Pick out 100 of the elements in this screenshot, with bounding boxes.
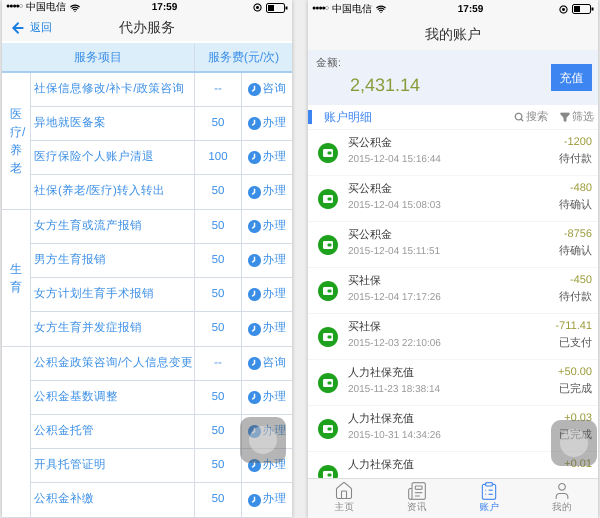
clock-icon: [248, 494, 260, 506]
group-label: 生育: [10, 261, 22, 296]
wallet-icon: [318, 418, 338, 438]
page-title: 代办服务: [119, 18, 175, 38]
search-button[interactable]: 搜索: [514, 108, 548, 126]
back-button[interactable]: 返回: [2, 20, 52, 36]
wallet-icon: [318, 280, 338, 300]
service-fee: 50: [195, 175, 242, 209]
action-button[interactable]: 办理: [248, 114, 286, 132]
transaction-status: 待确认: [559, 198, 592, 212]
transaction-amount: +0.03: [564, 411, 592, 426]
transaction-title: 买社保: [348, 320, 382, 335]
action-button[interactable]: 办理: [248, 388, 286, 406]
wallet-icon: [318, 372, 338, 392]
transaction-title: 买公积金: [348, 136, 393, 151]
clock-icon: [248, 357, 260, 370]
action-button[interactable]: 办理: [248, 252, 286, 270]
service-item: 女方生育并发症报销: [31, 312, 195, 346]
transaction-status: 待付款: [559, 290, 592, 304]
clock-icon: [248, 186, 260, 198]
column-header: 服务费(元/次): [206, 48, 280, 66]
action-button[interactable]: 办理: [248, 491, 286, 509]
recharge-button[interactable]: 充值: [551, 64, 592, 91]
service-fee: 50: [195, 210, 242, 243]
clock-icon: [248, 425, 260, 438]
newspaper-icon: [406, 481, 427, 502]
action-button[interactable]: 咨询: [248, 80, 286, 98]
tab-item[interactable]: 资讯: [380, 479, 453, 518]
clock-icon: [248, 254, 260, 267]
service-item: 开具托管证明: [31, 449, 195, 482]
transaction-title: 买公积金: [348, 228, 393, 243]
transaction-time: 2015-12-04 15:11:51: [348, 244, 442, 258]
transaction-status: 已完成: [559, 382, 592, 396]
service-item: 女方生育或流产报销: [31, 210, 195, 243]
status-time: 17:59: [456, 2, 484, 16]
service-fee: 50: [195, 415, 242, 448]
wifi-icon: [376, 4, 386, 14]
transaction-status: 待付款: [559, 152, 592, 166]
action-button[interactable]: 办理: [248, 148, 286, 166]
transaction-title: 买公积金: [348, 182, 393, 197]
transaction-title: 人力社保充值: [348, 366, 415, 381]
tab-item[interactable]: 主页: [308, 479, 380, 518]
wallet-icon: [318, 188, 338, 208]
wifi-icon: [70, 2, 80, 12]
clock-icon: [248, 117, 260, 130]
transaction-amount: -711.41: [556, 319, 592, 334]
action-button[interactable]: 办理: [248, 218, 286, 236]
transaction-title: 买社保: [348, 274, 382, 289]
clock-icon: [248, 83, 260, 96]
transaction-row[interactable]: 人力社保充值 2015-10-31 14:34:26 +0.03 已完成: [308, 406, 598, 451]
service-fee: 50: [195, 312, 242, 346]
transaction-time: 2015-10-31 14:34:26: [348, 428, 442, 442]
action-button[interactable]: 办理: [248, 286, 286, 304]
clock-icon: [248, 322, 260, 336]
transaction-row[interactable]: 买公积金 2015-12-04 15:11:51 -8756 待确认: [308, 222, 598, 267]
service-item: 医疗保险个人账户清退: [31, 141, 195, 174]
transaction-row[interactable]: 买公积金 2015-12-04 15:08:03 -480 待确认: [308, 176, 598, 221]
transaction-time: 2015-12-04 15:16:44: [348, 152, 442, 166]
section-marker: [308, 110, 312, 124]
service-fee: 50: [195, 244, 242, 277]
assistive-touch-button[interactable]: [551, 420, 597, 466]
carrier-name: 中国电信: [332, 2, 372, 16]
action-button[interactable]: 办理: [248, 320, 286, 338]
column-header: 服务项目: [2, 42, 195, 71]
transaction-status: 待确认: [559, 244, 592, 258]
transaction-row[interactable]: 买公积金 2015-12-04 15:16:44 -1200 待付款: [308, 130, 598, 175]
transaction-title: 人力社保充值: [348, 458, 415, 473]
transaction-status: 已完成: [559, 428, 592, 442]
service-fee: 50: [195, 278, 242, 311]
service-item: 公积金基数调整: [31, 381, 195, 414]
transaction-time: 2015-12-04 17:17:26: [348, 290, 442, 304]
service-item: 异地就医备案: [31, 107, 195, 140]
service-fee: 50: [195, 449, 242, 482]
wallet-icon: [318, 326, 338, 346]
service-item: 社保(养老/医疗)转入转出: [31, 175, 195, 209]
battery-icon: [266, 2, 288, 12]
action-button[interactable]: 办理: [248, 183, 286, 201]
service-item: 公积金政策咨询/个人信息变更: [31, 347, 195, 380]
action-button[interactable]: 咨询: [248, 354, 286, 372]
balance-amount: 2,431.14: [349, 74, 422, 97]
transaction-amount: +50.00: [558, 365, 592, 380]
service-fee: 50: [195, 107, 242, 140]
service-fee: --: [195, 347, 242, 380]
tab-item[interactable]: 账户: [453, 479, 526, 518]
transaction-row[interactable]: 买社保 2015-12-03 22:10:06 -711.41 已支付: [308, 314, 598, 359]
filter-button[interactable]: 筛选: [560, 108, 594, 126]
wallet-icon: [318, 142, 338, 162]
action-button[interactable]: 办理: [248, 422, 286, 440]
home-icon: [334, 481, 354, 502]
wallet-icon: [318, 234, 338, 254]
service-fee: 50: [195, 381, 242, 414]
search-icon: [514, 112, 524, 122]
service-item: 公积金补缴: [31, 483, 195, 517]
transaction-amount: -8756: [564, 227, 592, 242]
carrier-name: 中国电信: [26, 0, 66, 15]
action-button[interactable]: 办理: [248, 456, 286, 474]
transaction-row[interactable]: 买社保 2015-12-04 17:17:26 -450 待付款: [308, 268, 598, 313]
tab-item[interactable]: 我的: [526, 479, 598, 518]
transaction-row[interactable]: 人力社保充值 2015-11-23 18:38:14 +50.00 已完成: [308, 360, 598, 405]
clock-icon: [248, 391, 260, 404]
